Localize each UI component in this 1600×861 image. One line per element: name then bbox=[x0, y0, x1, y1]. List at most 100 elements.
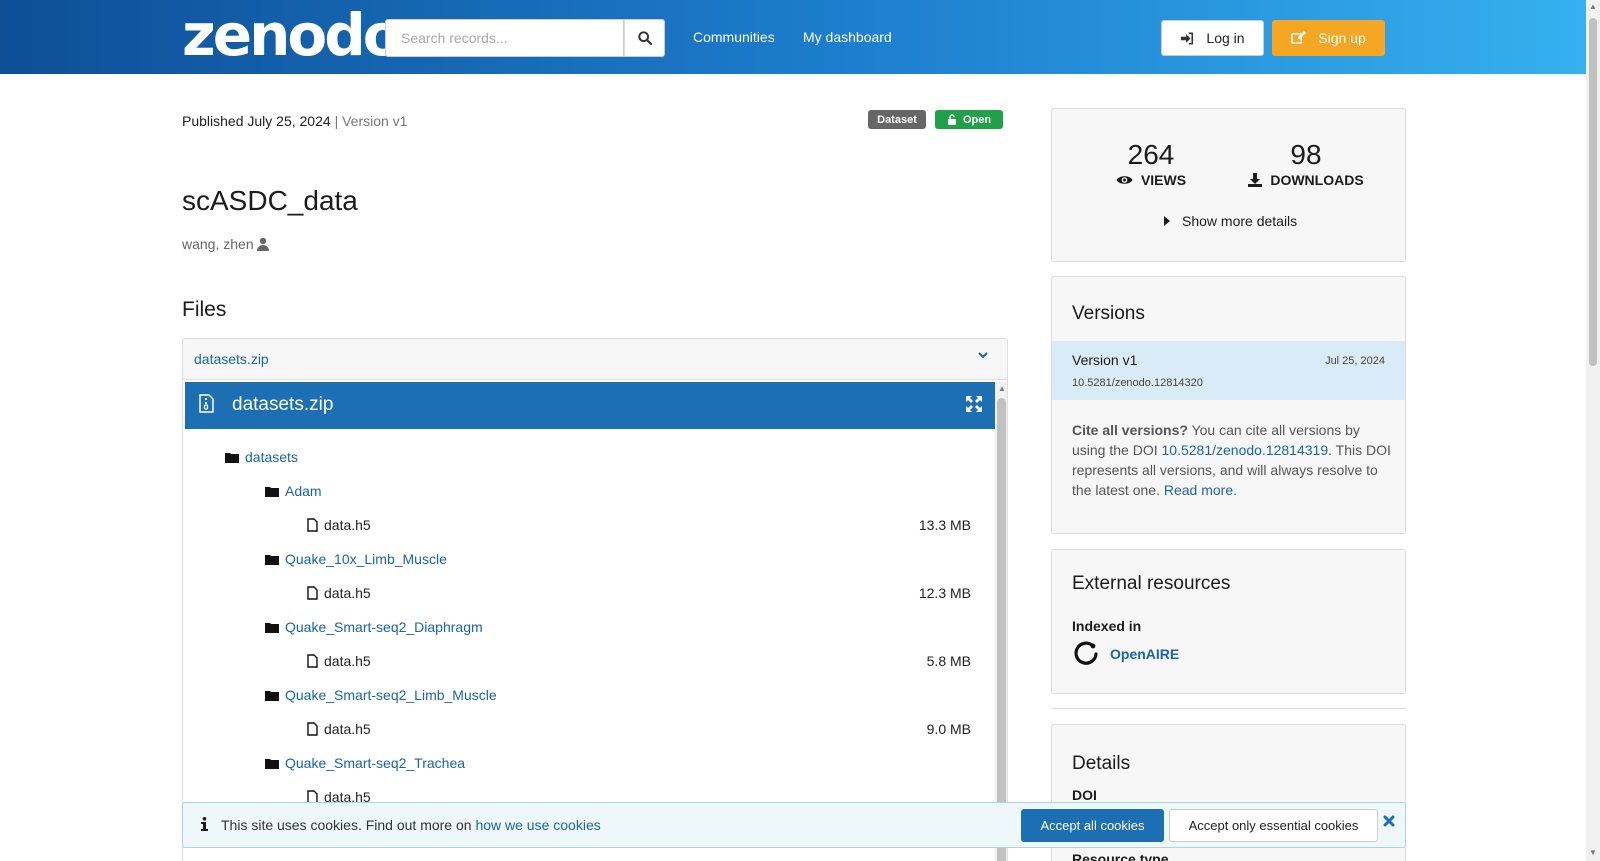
badge-access-label: Open bbox=[962, 113, 992, 126]
file-icon bbox=[307, 654, 318, 668]
show-more-details[interactable]: Show more details bbox=[1164, 213, 1297, 229]
folder-label[interactable]: Quake_Smart-seq2_Trachea bbox=[285, 755, 465, 771]
doi-label: DOI bbox=[1072, 787, 1097, 803]
creator: wang, zhen bbox=[182, 236, 270, 252]
search-button[interactable] bbox=[624, 19, 665, 57]
file-label: data.h5 bbox=[324, 517, 371, 533]
external-resources-card: External resources Indexed in OpenAIRE bbox=[1051, 549, 1406, 694]
version-doi: 10.5281/zenodo.12814320 bbox=[1072, 377, 1203, 389]
folder-label[interactable]: Quake_Smart-seq2_Diaphragm bbox=[285, 619, 483, 635]
file-label: data.h5 bbox=[324, 721, 371, 737]
signup-button[interactable]: Sign up bbox=[1272, 20, 1385, 56]
show-more-label: Show more details bbox=[1182, 213, 1298, 229]
creator-name[interactable]: wang, zhen bbox=[182, 236, 254, 252]
tree-folder[interactable]: Quake_Smart-seq2_Diaphragm bbox=[265, 619, 483, 635]
scroll-up-icon[interactable]: ▲ bbox=[1589, 2, 1597, 11]
downloads-count: 98 bbox=[1290, 139, 1322, 170]
cookie-message: This site uses cookies. Find out more on… bbox=[221, 817, 601, 833]
nav-communities[interactable]: Communities bbox=[693, 29, 775, 45]
archive-link[interactable]: datasets.zip bbox=[194, 351, 269, 367]
indexed-in-label: Indexed in bbox=[1072, 618, 1142, 634]
file-size: 13.3 MB bbox=[918, 517, 971, 533]
tree-folder[interactable]: Quake_10x_Limb_Muscle bbox=[265, 551, 447, 567]
close-icon[interactable] bbox=[1383, 815, 1395, 827]
folder-label[interactable]: Quake_10x_Limb_Muscle bbox=[285, 551, 447, 567]
zenodo-logo[interactable]: zenodo bbox=[182, 6, 403, 64]
preview-scrollbar[interactable]: ▲ bbox=[995, 382, 1007, 861]
downloads-label-text: DOWNLOADS bbox=[1270, 172, 1364, 188]
cookie-text: This site uses cookies. Find out more on bbox=[221, 817, 476, 833]
user-icon bbox=[256, 237, 269, 251]
cookie-banner: This site uses cookies. Find out more on… bbox=[182, 802, 1406, 848]
tree-file: data.h5 bbox=[307, 721, 371, 737]
preview-scroll-up-icon[interactable]: ▲ bbox=[998, 384, 1006, 393]
read-more-link[interactable]: Read more. bbox=[1164, 482, 1237, 498]
preview-title-bar: datasets.zip bbox=[185, 382, 995, 429]
resource-type-label: Resource type bbox=[1072, 851, 1169, 861]
nav-my-dashboard[interactable]: My dashboard bbox=[803, 29, 892, 45]
search-icon bbox=[637, 31, 652, 45]
tree-folder[interactable]: Adam bbox=[265, 483, 322, 499]
file-icon bbox=[307, 722, 318, 736]
file-size: 5.8 MB bbox=[926, 653, 971, 669]
published-date: Published July 25, 2024 bbox=[182, 113, 331, 129]
login-button[interactable]: Log in bbox=[1161, 20, 1264, 56]
accept-all-cookies-button[interactable]: Accept all cookies bbox=[1021, 809, 1164, 842]
search-input[interactable] bbox=[385, 19, 625, 57]
version-item-v1[interactable]: Version v1 Jul 25, 2024 10.5281/zenodo.1… bbox=[1052, 341, 1405, 400]
download-icon bbox=[1248, 173, 1263, 187]
tree-root-folder[interactable]: datasets bbox=[225, 449, 298, 465]
resource-type-badge: Dataset bbox=[868, 110, 926, 129]
views-label-text: VIEWS bbox=[1140, 172, 1187, 188]
preview-scroll-thumb[interactable] bbox=[997, 398, 1006, 861]
versions-card: Versions Version v1 Jul 25, 2024 10.5281… bbox=[1051, 276, 1406, 534]
file-label: data.h5 bbox=[324, 653, 371, 669]
chevron-down-icon[interactable] bbox=[977, 349, 989, 361]
page-scrollbar[interactable]: ▲ ▼ bbox=[1586, 0, 1600, 861]
folder-label[interactable]: Quake_Smart-seq2_Limb_Muscle bbox=[285, 687, 497, 703]
folder-icon bbox=[265, 486, 279, 497]
file-icon bbox=[307, 586, 318, 600]
tree-root-label[interactable]: datasets bbox=[245, 449, 298, 465]
edit-icon bbox=[1291, 31, 1307, 44]
sign-in-icon bbox=[1181, 31, 1194, 45]
scroll-down-icon[interactable]: ▼ bbox=[1589, 848, 1597, 857]
info-icon bbox=[201, 817, 208, 831]
page-scroll-thumb[interactable] bbox=[1589, 18, 1597, 366]
badge-type-label: Dataset bbox=[877, 113, 917, 126]
expand-icon[interactable] bbox=[965, 395, 983, 413]
accept-essential-cookies-button[interactable]: Accept only essential cookies bbox=[1169, 809, 1378, 842]
openaire-entry[interactable]: OpenAIRE bbox=[1072, 640, 1179, 668]
cookie-policy-link[interactable]: how we use cookies bbox=[475, 817, 600, 833]
tree-file: data.h5 bbox=[307, 653, 371, 669]
folder-icon bbox=[265, 758, 279, 769]
caret-right-icon bbox=[1164, 216, 1170, 226]
cite-all-versions: Cite all versions? You can cite all vers… bbox=[1072, 420, 1392, 500]
publication-info: Published July 25, 2024 | Version v1 bbox=[182, 113, 407, 129]
downloads-label: DOWNLOADS bbox=[1226, 172, 1386, 188]
files-accordion-header[interactable]: datasets.zip bbox=[183, 339, 1007, 380]
folder-label[interactable]: Adam bbox=[285, 483, 322, 499]
views-count: 264 bbox=[1127, 139, 1175, 170]
record-title: scASDC_data bbox=[182, 185, 358, 216]
stats-card: 264 VIEWS 98 DOWNLOADS Show more details bbox=[1051, 108, 1406, 262]
concept-doi-link[interactable]: 10.5281/zenodo.12814319 bbox=[1162, 442, 1329, 458]
external-heading: External resources bbox=[1072, 573, 1231, 594]
details-heading: Details bbox=[1072, 753, 1131, 774]
login-label: Log in bbox=[1206, 30, 1245, 46]
folder-icon bbox=[225, 452, 239, 463]
tree-folder[interactable]: Quake_Smart-seq2_Limb_Muscle bbox=[265, 687, 497, 703]
cite-question: Cite all versions? bbox=[1072, 422, 1188, 438]
signup-label: Sign up bbox=[1318, 30, 1366, 46]
views-label: VIEWS bbox=[1071, 172, 1231, 188]
search-bar bbox=[385, 19, 665, 57]
file-archive-icon bbox=[199, 394, 214, 413]
versions-heading: Versions bbox=[1072, 303, 1145, 324]
tree-file: data.h5 bbox=[307, 585, 371, 601]
version-name: Version v1 bbox=[1072, 352, 1138, 368]
tree-folder[interactable]: Quake_Smart-seq2_Trachea bbox=[265, 755, 465, 771]
preview-filename: datasets.zip bbox=[232, 394, 334, 415]
top-header: zenodo Communities My dashboard Log in S… bbox=[0, 0, 1586, 74]
openaire-link[interactable]: OpenAIRE bbox=[1110, 646, 1179, 662]
file-size: 9.0 MB bbox=[926, 721, 971, 737]
